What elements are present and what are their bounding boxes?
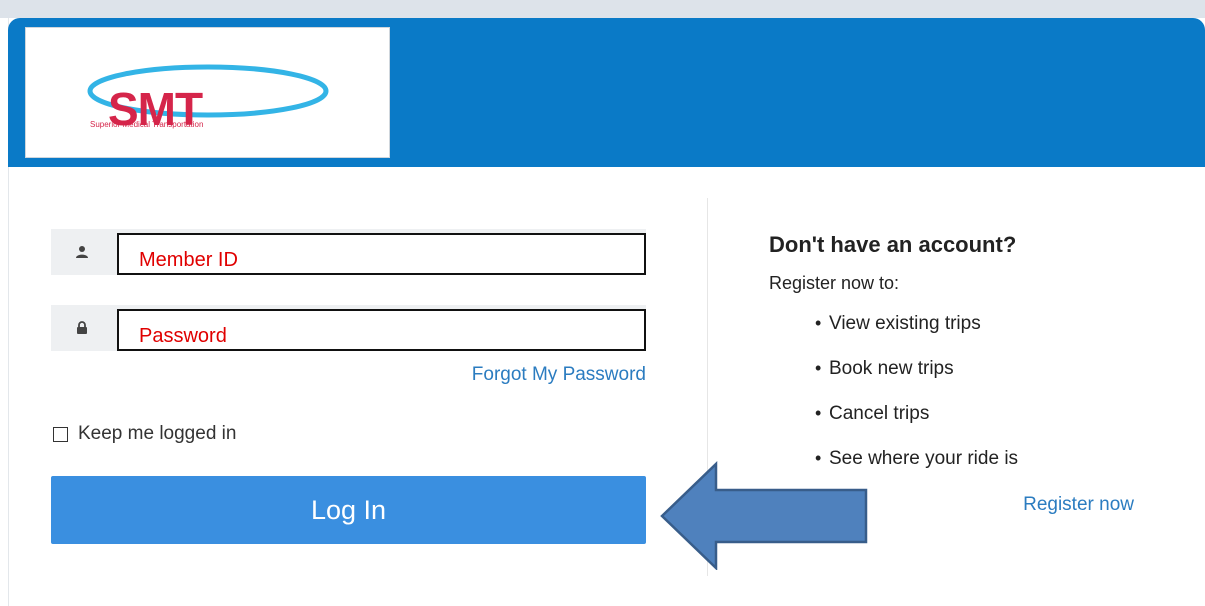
register-now-link[interactable]: Register now (1000, 494, 1134, 516)
benefit-text: View existing trips (829, 313, 981, 334)
member-id-input[interactable]: Member ID (117, 233, 646, 275)
register-benefits-list: • View existing trips • Book new trips • Ca… (815, 313, 1018, 493)
login-button[interactable]: Log In (51, 476, 646, 544)
login-button-label: Log In (310, 494, 387, 525)
register-heading: Don't have an account? (769, 232, 1017, 257)
user-icon (51, 229, 113, 275)
bullet-icon: • (815, 358, 822, 378)
keep-logged-in-checkbox[interactable] (53, 426, 68, 442)
logo-swoosh-graphic (87, 64, 329, 118)
keep-logged-in-row: Keep me logged in (53, 423, 236, 445)
list-item: • See where your ride is (815, 448, 1018, 493)
benefit-text: See where your ride is (829, 448, 1019, 469)
bullet-icon: • (815, 313, 822, 333)
benefit-text: Book new trips (829, 358, 954, 379)
lock-icon (51, 305, 113, 351)
logo-tagline: Superior Medical Transportation (90, 120, 204, 129)
forgot-password-link[interactable]: Forgot My Password (445, 364, 646, 386)
window-top-strip (0, 0, 1205, 18)
brand-logo: SMT Superior Medical Transportation (25, 27, 390, 158)
password-placeholder: Password (139, 325, 227, 347)
member-id-group: Member ID (51, 229, 646, 275)
password-input[interactable]: Password (117, 309, 646, 351)
password-group: Password (51, 305, 646, 351)
keep-logged-in-label[interactable]: Keep me logged in (78, 423, 236, 445)
list-item: • Book new trips (815, 358, 1018, 403)
benefit-text: Cancel trips (829, 403, 930, 424)
list-item: • Cancel trips (815, 403, 1018, 448)
bullet-icon: • (815, 403, 822, 423)
bullet-icon: • (815, 448, 822, 468)
member-id-placeholder: Member ID (139, 249, 238, 271)
list-item: • View existing trips (815, 313, 1018, 358)
register-subheading: Register now to: (769, 273, 900, 293)
